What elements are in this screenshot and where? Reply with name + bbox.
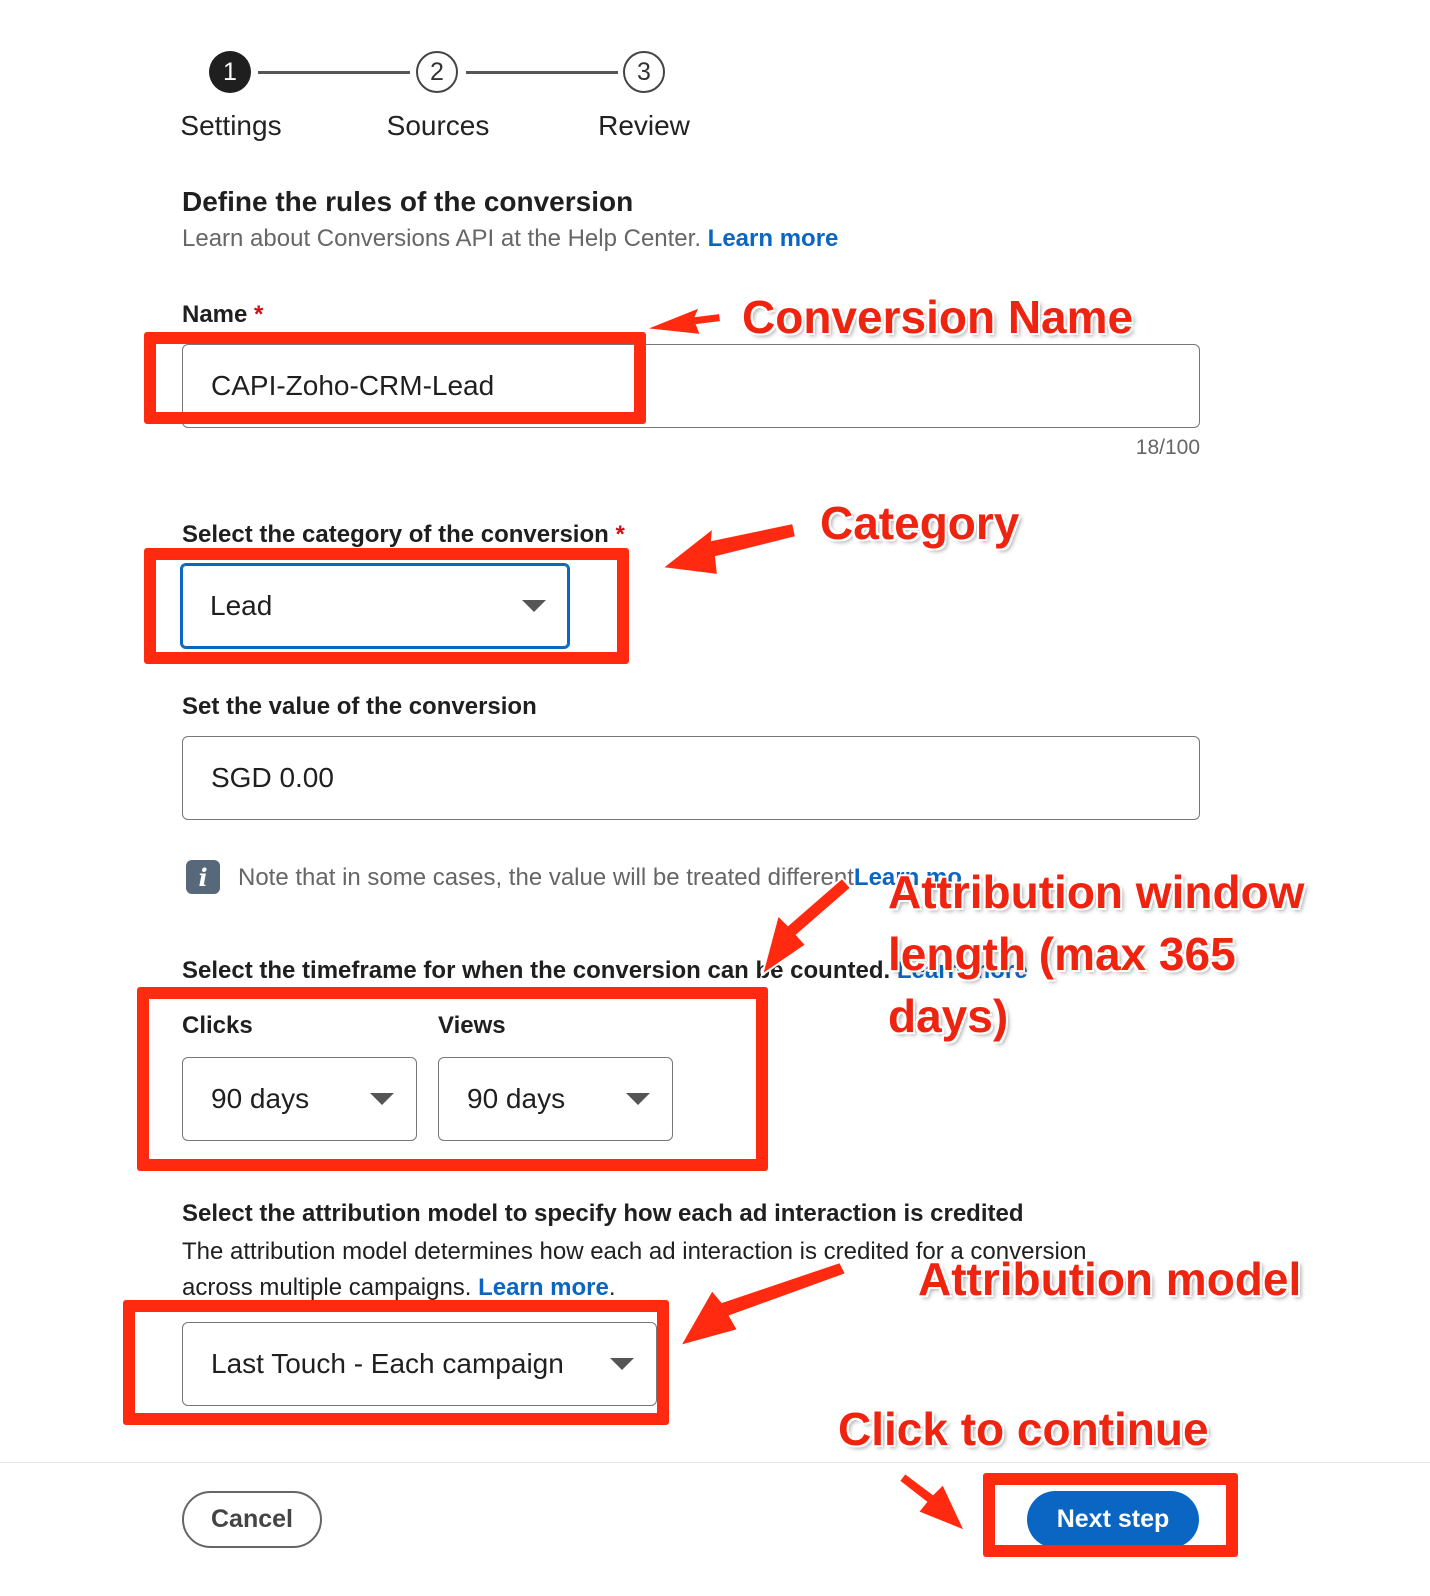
help-learn-more-link[interactable]: Learn more [708,225,839,252]
category-label-text: Select the category of the conversion [182,521,609,548]
timeframe-label-text: Select the timeframe for when the conver… [182,957,891,984]
annotation-box-next [983,1473,1238,1557]
footer-divider [0,1462,1430,1463]
step-1-indicator[interactable]: 1 [209,51,251,93]
info-icon: i [186,860,220,894]
step-2-label: Sources [386,110,490,141]
step-3-label: Review [598,110,690,141]
arrow-to-name [644,305,723,337]
arrow-to-next-step [897,1471,967,1533]
value-note-text: Note that in some cases, the value will … [238,864,854,891]
step-3-number: 3 [637,57,651,86]
required-mark: * [615,521,625,548]
annotation-conversion-name: Conversion Name [742,291,1134,343]
character-counter: 18/100 [1135,436,1200,459]
step-1-label: Settings [180,110,282,141]
value-note: Note that in some cases, the value will … [238,864,962,892]
step-2-indicator[interactable]: 2 [416,51,458,93]
name-label-text: Name [182,301,248,328]
annotation-box-timeframe [137,987,768,1171]
cancel-button[interactable]: Cancel [182,1491,322,1548]
conversion-value: SGD 0.00 [211,762,334,793]
annotation-attribution-window: Attribution window length (max 365 days) [888,861,1304,1047]
arrow-to-category [659,521,798,577]
annotation-click-to-continue: Click to continue [838,1403,1209,1455]
annotation-attribution-window-line1: Attribution window [888,866,1305,918]
attribution-label: Select the attribution model to specify … [182,1200,1024,1227]
name-label: Name * [182,301,263,329]
annotation-attribution-window-line2: length (max 365 [888,928,1236,980]
annotation-box-name [144,332,646,424]
conversion-value-input[interactable]: SGD 0.00 [182,736,1200,820]
required-mark: * [254,301,264,328]
step-1-number: 1 [223,57,237,86]
annotation-attribution-model: Attribution model [918,1253,1302,1305]
step-2-number: 2 [430,57,444,86]
page-title: Define the rules of the conversion [182,186,634,217]
step-connector [466,71,618,74]
annotation-category: Category [820,497,1020,549]
step-connector [258,71,410,74]
annotation-box-attribution [123,1300,669,1425]
value-label: Set the value of the conversion [182,693,537,720]
attribution-learn-more-link[interactable]: Learn more [478,1274,609,1301]
attribution-description-text: across multiple campaigns. [182,1274,472,1301]
step-3-indicator[interactable]: 3 [623,51,665,93]
page-subtitle: Learn about Conversions API at the Help … [182,225,838,253]
annotation-box-category [144,548,629,664]
category-label: Select the category of the conversion * [182,521,625,549]
subtitle-text: Learn about Conversions API at the Help … [182,225,701,252]
attribution-period: . [608,1274,616,1301]
annotation-attribution-window-line3: days) [888,990,1009,1042]
